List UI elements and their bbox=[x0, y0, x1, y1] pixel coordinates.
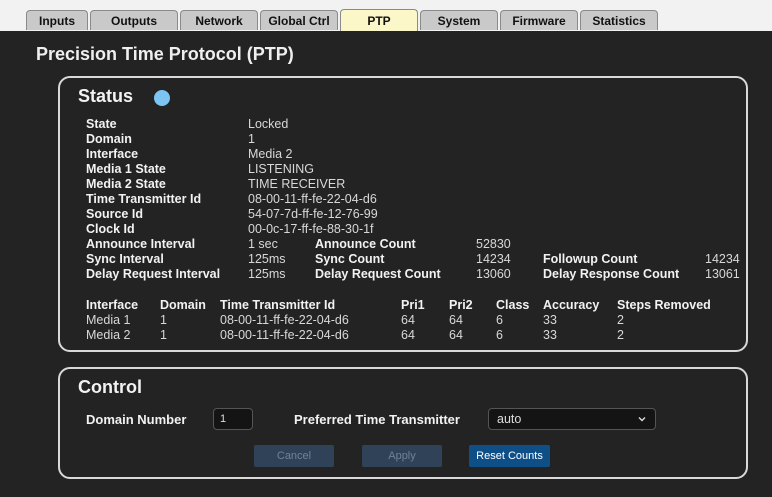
table-cell: 64 bbox=[449, 328, 463, 342]
table-header-domain: Domain bbox=[160, 298, 206, 312]
table-cell: 33 bbox=[543, 313, 557, 327]
cancel-button[interactable]: Cancel bbox=[254, 445, 334, 467]
domain-number-label: Domain Number bbox=[86, 412, 187, 427]
announce-interval-value: 1 sec bbox=[248, 237, 278, 251]
apply-button[interactable]: Apply bbox=[362, 445, 442, 467]
table-cell: 6 bbox=[496, 328, 503, 342]
followup-count-value: 14234 bbox=[705, 252, 740, 266]
table-cell: 08-00-11-ff-fe-22-04-d6 bbox=[220, 328, 349, 342]
field-value-clock-id: 00-0c-17-ff-fe-88-30-1f bbox=[248, 222, 374, 236]
announce-interval-label: Announce Interval bbox=[86, 237, 196, 251]
table-header-accuracy: Accuracy bbox=[543, 298, 600, 312]
preferred-time-transmitter-select[interactable]: auto bbox=[488, 408, 656, 430]
table-cell: Media 1 bbox=[86, 313, 131, 327]
delay-response-count-value: 13061 bbox=[705, 267, 740, 281]
field-label-interface: Interface bbox=[86, 147, 139, 161]
page-title: Precision Time Protocol (PTP) bbox=[36, 44, 294, 64]
field-label-state: State bbox=[86, 117, 117, 131]
reset-counts-button[interactable]: Reset Counts bbox=[469, 445, 550, 467]
table-cell: 64 bbox=[401, 328, 415, 342]
table-cell: 33 bbox=[543, 328, 557, 342]
preferred-time-transmitter-label: Preferred Time Transmitter bbox=[294, 412, 460, 427]
control-title: Control bbox=[78, 377, 142, 397]
delay-request-interval-value: 125ms bbox=[248, 267, 286, 281]
tab-firmware[interactable]: Firmware bbox=[500, 10, 578, 30]
followup-count-label: Followup Count bbox=[543, 252, 638, 266]
table-cell: 2 bbox=[617, 328, 624, 342]
table-cell: 6 bbox=[496, 313, 503, 327]
table-header-steps-removed: Steps Removed bbox=[617, 298, 711, 312]
tab-global-ctrl[interactable]: Global Ctrl bbox=[260, 10, 338, 30]
tab-bar: Inputs Outputs Network Global Ctrl PTP S… bbox=[0, 0, 772, 34]
tab-system[interactable]: System bbox=[420, 10, 498, 30]
field-label-time-transmitter-id: Time Transmitter Id bbox=[86, 192, 202, 206]
tab-outputs[interactable]: Outputs bbox=[90, 10, 178, 30]
field-value-state: Locked bbox=[248, 117, 289, 131]
table-cell: 64 bbox=[401, 313, 415, 327]
table-cell: 1 bbox=[160, 313, 167, 327]
field-value-source-id: 54-07-7d-ff-fe-12-76-99 bbox=[248, 207, 378, 221]
table-cell: 08-00-11-ff-fe-22-04-d6 bbox=[220, 313, 349, 327]
announce-count-label: Announce Count bbox=[315, 237, 416, 251]
field-label-domain: Domain bbox=[86, 132, 132, 146]
preferred-time-transmitter-value: auto bbox=[497, 412, 522, 426]
field-label-clock-id: Clock Id bbox=[86, 222, 135, 236]
sync-interval-value: 125ms bbox=[248, 252, 286, 266]
field-label-media2-state: Media 2 State bbox=[86, 177, 166, 191]
sync-count-label: Sync Count bbox=[315, 252, 385, 266]
field-value-media2-state: TIME RECEIVER bbox=[248, 177, 346, 191]
field-value-domain: 1 bbox=[248, 132, 255, 146]
tab-ptp[interactable]: PTP bbox=[340, 9, 418, 31]
table-cell: 1 bbox=[160, 328, 167, 342]
domain-number-input[interactable] bbox=[213, 408, 253, 430]
table-header-class: Class bbox=[496, 298, 530, 312]
table-header-pri1: Pri1 bbox=[401, 298, 425, 312]
sync-count-value: 14234 bbox=[476, 252, 511, 266]
table-header-pri2: Pri2 bbox=[449, 298, 473, 312]
tab-inputs[interactable]: Inputs bbox=[26, 10, 88, 30]
chevron-down-icon bbox=[637, 413, 647, 427]
table-header-time-transmitter-id: Time Transmitter Id bbox=[220, 298, 336, 312]
status-indicator bbox=[154, 90, 170, 106]
field-value-time-transmitter-id: 08-00-11-ff-fe-22-04-d6 bbox=[248, 192, 377, 206]
field-label-media1-state: Media 1 State bbox=[86, 162, 166, 176]
field-label-source-id: Source Id bbox=[86, 207, 143, 221]
table-header-interface: Interface bbox=[86, 298, 139, 312]
announce-count-value: 52830 bbox=[476, 237, 511, 251]
sync-interval-label: Sync Interval bbox=[86, 252, 164, 266]
field-value-media1-state: LISTENING bbox=[248, 162, 314, 176]
tab-statistics[interactable]: Statistics bbox=[580, 10, 658, 30]
delay-request-count-value: 13060 bbox=[476, 267, 511, 281]
status-title: Status bbox=[78, 86, 134, 106]
delay-request-interval-label: Delay Request Interval bbox=[86, 267, 221, 281]
table-cell: Media 2 bbox=[86, 328, 131, 342]
delay-response-count-label: Delay Response Count bbox=[543, 267, 680, 281]
tab-network[interactable]: Network bbox=[180, 10, 258, 30]
table-cell: 2 bbox=[617, 313, 624, 327]
delay-request-count-label: Delay Request Count bbox=[315, 267, 441, 281]
table-cell: 64 bbox=[449, 313, 463, 327]
field-value-interface: Media 2 bbox=[248, 147, 293, 161]
